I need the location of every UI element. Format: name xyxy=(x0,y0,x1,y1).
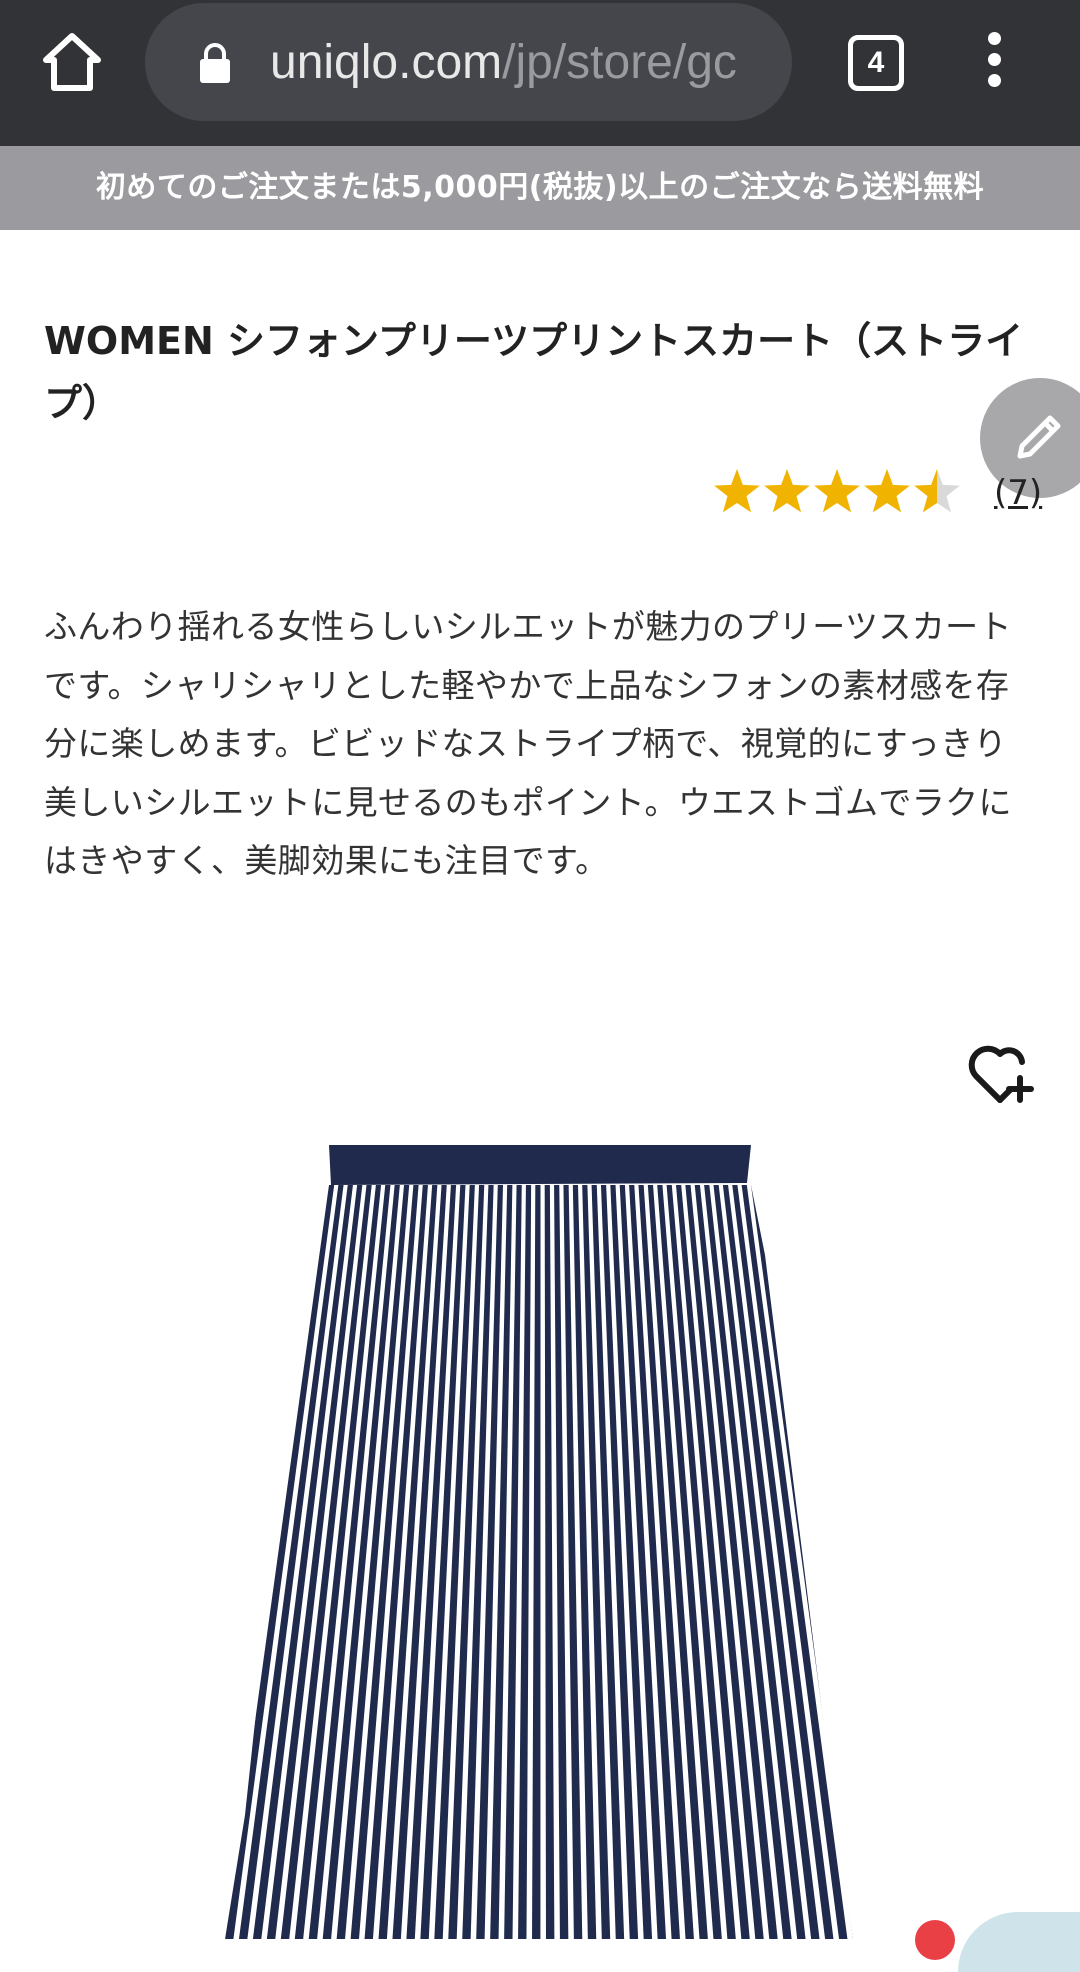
more-vert-icon[interactable] xyxy=(978,32,1010,92)
chat-badge-icon[interactable] xyxy=(915,1920,955,1960)
lock-icon xyxy=(200,43,230,83)
rating-stars xyxy=(714,469,960,513)
url-path: /jp/store/gc xyxy=(502,36,737,89)
star-icon xyxy=(814,469,860,513)
tab-count: 4 xyxy=(867,46,885,79)
star-icon xyxy=(914,469,960,513)
url-host: uniqlo.com xyxy=(270,36,503,89)
pencil-icon xyxy=(1017,415,1061,459)
promo-text: 初めてのご注文または5,000円(税抜)以上のご注文なら送料無料 xyxy=(95,170,985,205)
star-icon xyxy=(714,469,760,513)
tab-switcher-button[interactable]: 4 xyxy=(848,35,904,91)
skirt-waistband xyxy=(329,1145,751,1185)
home-icon[interactable] xyxy=(40,30,104,94)
product-title: WOMEN シフォンプリーツプリントスカート（ストライプ） xyxy=(44,319,1024,425)
heart-plus-icon[interactable] xyxy=(966,1040,1038,1110)
product-description: ふんわり揺れる女性らしいシルエットが魅力のプリーツスカートです。シャリシャリとし… xyxy=(44,607,1012,880)
striped-pleated-skirt-image[interactable] xyxy=(225,1135,865,1939)
star-icon xyxy=(864,469,910,513)
shipping-promo-banner[interactable]: 初めてのご注文または5,000円(税抜)以上のご注文なら送料無料 xyxy=(0,146,1080,230)
review-count-link[interactable]: (7) xyxy=(994,462,1042,524)
assistant-avatar[interactable] xyxy=(958,1912,1080,1972)
url-text[interactable]: uniqlo.com/jp/store/gc xyxy=(270,33,780,93)
browser-toolbar: uniqlo.com/jp/store/gc 4 xyxy=(0,0,1080,146)
skirt-stripes xyxy=(225,1185,853,1939)
address-bar[interactable]: uniqlo.com/jp/store/gc xyxy=(145,3,792,121)
star-icon xyxy=(764,469,810,513)
